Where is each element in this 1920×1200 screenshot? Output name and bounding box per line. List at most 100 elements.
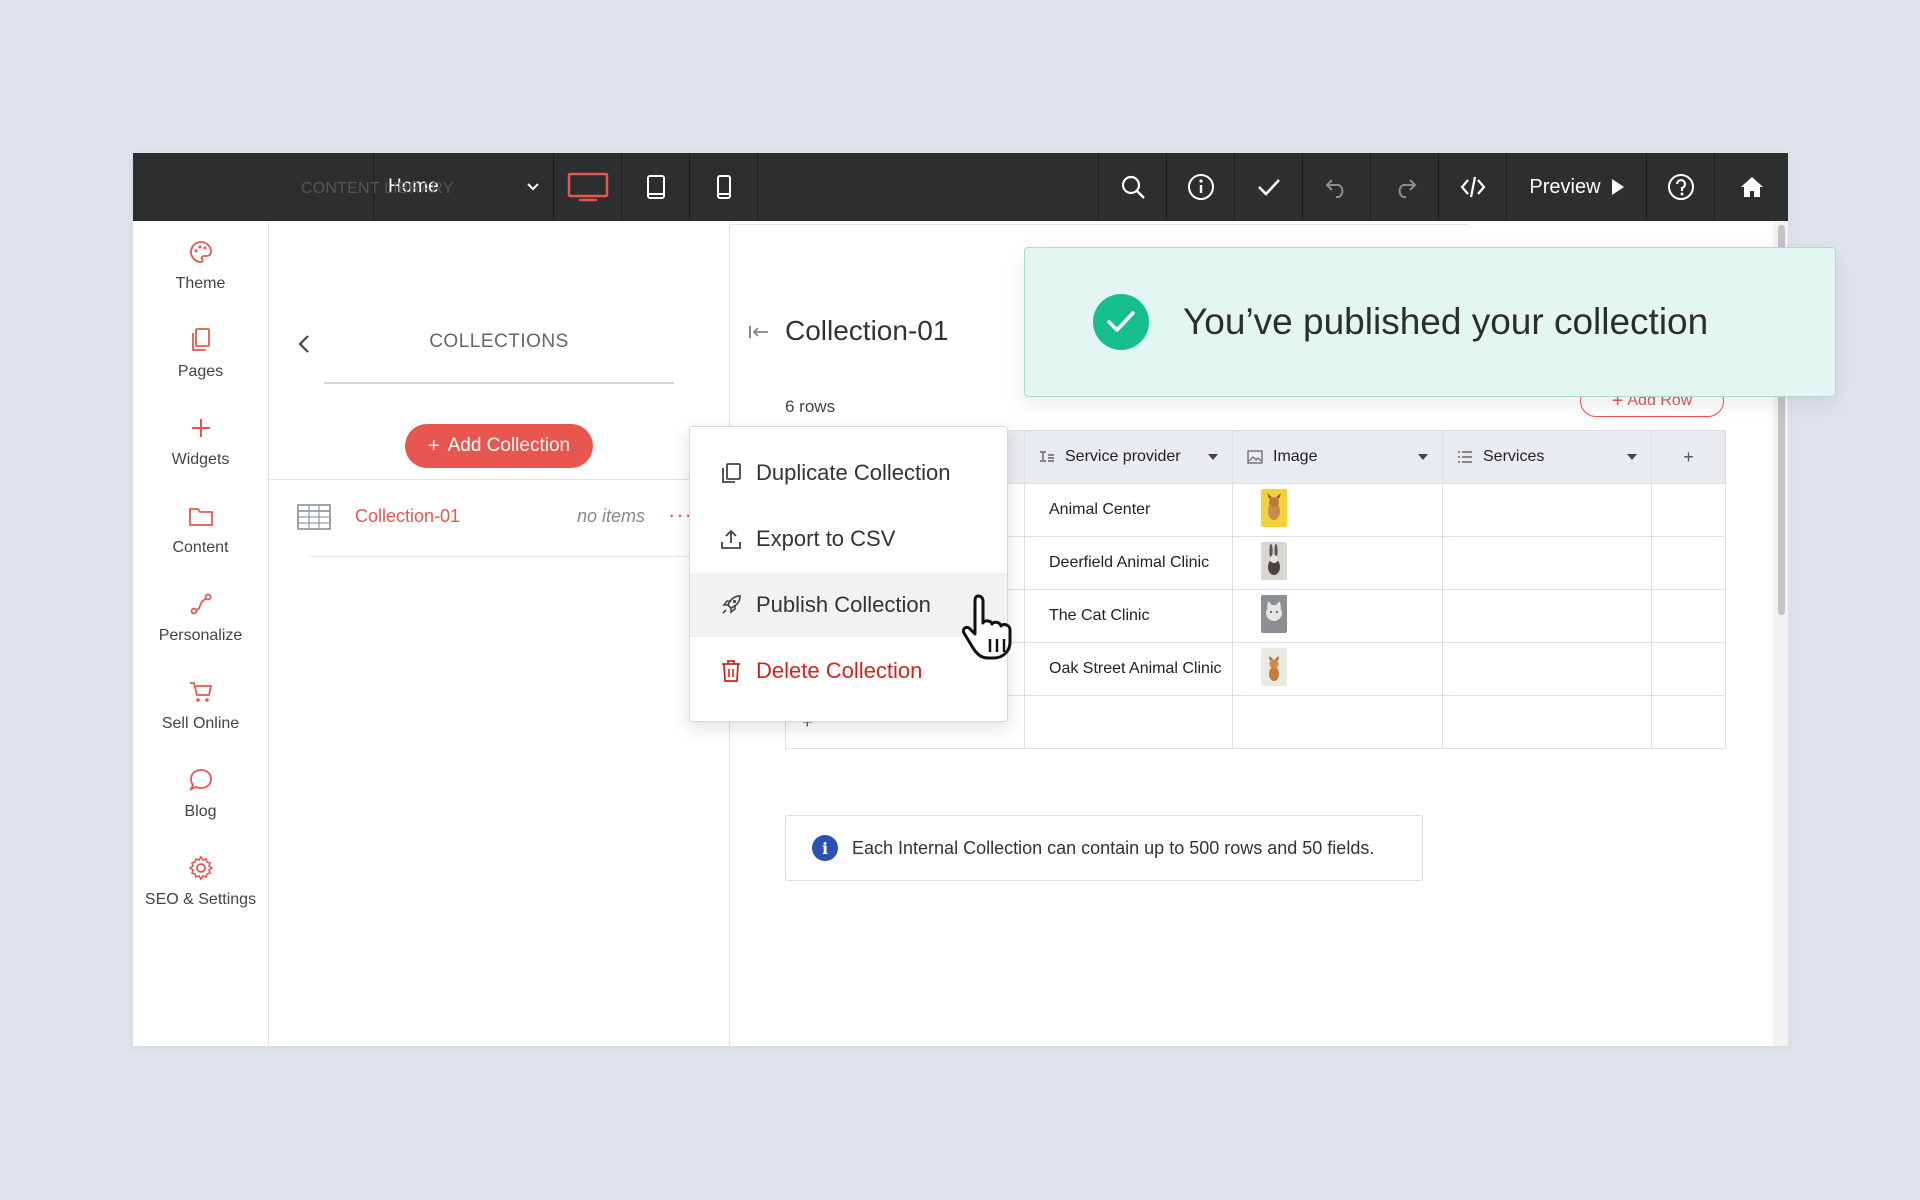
success-toast: You’ve published your collection bbox=[1024, 247, 1836, 397]
sidebar-item-label: Theme bbox=[175, 275, 226, 292]
rabbit-photo-thumbnail bbox=[1261, 541, 1287, 580]
add-column-label: + bbox=[1683, 446, 1694, 467]
table-cell[interactable] bbox=[1232, 695, 1443, 749]
table-cell[interactable] bbox=[1651, 589, 1726, 643]
trash-icon bbox=[722, 660, 740, 682]
column-header-label: Image bbox=[1273, 448, 1318, 465]
sidebar-item-theme[interactable]: Theme bbox=[133, 237, 268, 293]
plus-icon bbox=[191, 419, 210, 437]
sidebar-item-label: Pages bbox=[177, 363, 224, 380]
sidebar-item-label: Widgets bbox=[171, 451, 230, 468]
table-cell[interactable] bbox=[1232, 589, 1443, 643]
sidebar-item-blog[interactable]: Blog bbox=[133, 765, 268, 821]
content-library-header: CONTENT LIBRARY bbox=[269, 153, 1469, 225]
table-cell[interactable]: The Cat Clinic bbox=[1024, 589, 1233, 643]
table-cell[interactable] bbox=[1442, 695, 1652, 749]
sidebar-item-sell-online[interactable]: Sell Online bbox=[133, 677, 268, 733]
table-cell[interactable] bbox=[1442, 642, 1652, 696]
cat-photo-thumbnail bbox=[1261, 594, 1287, 633]
collection-item-count: no items bbox=[577, 506, 646, 526]
add-column-button[interactable]: + bbox=[1651, 430, 1726, 484]
caret-down-icon[interactable] bbox=[1418, 454, 1428, 460]
table-cell[interactable] bbox=[1232, 483, 1443, 537]
collection-name: Collection-01 bbox=[355, 506, 461, 526]
sidebar-item-content[interactable]: Content bbox=[133, 501, 268, 557]
divider bbox=[309, 556, 729, 557]
column-header-label: Services bbox=[1483, 448, 1545, 465]
service-provider-cell: Oak Street Animal Clinic bbox=[1049, 660, 1222, 677]
table-cell[interactable]: Oak Street Animal Clinic bbox=[1024, 642, 1233, 696]
table-cell[interactable] bbox=[1232, 642, 1443, 696]
menu-item-label: Publish Collection bbox=[756, 592, 931, 617]
folder-icon bbox=[188, 508, 213, 526]
left-sidebar: Theme Pages Widgets Content Personalize … bbox=[133, 221, 269, 1046]
table-cell[interactable] bbox=[1024, 695, 1233, 749]
table-cell[interactable] bbox=[1232, 536, 1443, 590]
chat-bubble-icon bbox=[188, 769, 212, 791]
hand-pointer-cursor-icon bbox=[961, 594, 1012, 660]
table-cell[interactable] bbox=[1651, 483, 1726, 537]
collection-list-item[interactable]: Collection-01 no items ··· bbox=[269, 479, 729, 556]
collection-context-menu: Duplicate Collection Export to CSV Publi… bbox=[689, 426, 1008, 722]
sidebar-item-pages[interactable]: Pages bbox=[133, 325, 268, 381]
table-cell[interactable] bbox=[1651, 642, 1726, 696]
table-cell[interactable] bbox=[1651, 536, 1726, 590]
text-field-icon bbox=[1040, 451, 1054, 462]
info-notice-text: Each Internal Collection can contain up … bbox=[852, 837, 1375, 858]
table-cell[interactable] bbox=[1442, 536, 1652, 590]
puppy-photo-thumbnail bbox=[1261, 647, 1287, 686]
table-cell[interactable] bbox=[1442, 483, 1652, 537]
home-icon bbox=[1741, 177, 1763, 197]
preview-label: Preview bbox=[1529, 175, 1601, 198]
collection-title: Collection-01 bbox=[785, 315, 949, 346]
collapse-panel-icon[interactable] bbox=[748, 325, 770, 339]
caret-down-icon[interactable] bbox=[1627, 454, 1637, 460]
help-button[interactable] bbox=[1646, 153, 1715, 221]
collections-title: COLLECTIONS bbox=[429, 331, 569, 352]
caret-down-icon[interactable] bbox=[1208, 454, 1218, 460]
menu-item-label: Delete Collection bbox=[756, 658, 923, 683]
content-library-title: CONTENT LIBRARY bbox=[301, 180, 454, 197]
plus-icon: + bbox=[427, 434, 440, 457]
column-header-label: Service provider bbox=[1065, 448, 1181, 465]
rocket-icon bbox=[722, 595, 741, 614]
divider bbox=[324, 382, 674, 384]
upload-icon bbox=[721, 529, 741, 549]
service-provider-cell: Deerfield Animal Clinic bbox=[1049, 554, 1210, 571]
dog-photo-thumbnail bbox=[1261, 488, 1287, 527]
collections-panel: COLLECTIONS + Add Collection Collection-… bbox=[269, 221, 730, 1046]
service-provider-cell: Animal Center bbox=[1049, 501, 1151, 518]
sidebar-item-label: Content bbox=[172, 539, 229, 556]
sidebar-item-widgets[interactable]: Widgets bbox=[133, 413, 268, 469]
table-cell[interactable]: Deerfield Animal Clinic bbox=[1024, 536, 1233, 590]
sidebar-item-label: Sell Online bbox=[161, 715, 240, 732]
table-icon bbox=[297, 504, 331, 530]
sidebar-item-label: Blog bbox=[184, 803, 217, 820]
table-cell[interactable] bbox=[1651, 695, 1726, 749]
duplicate-icon bbox=[722, 463, 741, 483]
column-header-services[interactable]: Services bbox=[1442, 430, 1652, 484]
toast-message: You’ve published your collection bbox=[1183, 301, 1709, 342]
table-cell[interactable] bbox=[1442, 589, 1652, 643]
menu-item-duplicate-collection[interactable]: Duplicate Collection bbox=[690, 441, 1007, 505]
home-button[interactable] bbox=[1714, 153, 1788, 221]
sidebar-item-seo-settings[interactable]: SEO & Settings bbox=[133, 853, 268, 909]
rows-count: 6 rows bbox=[785, 397, 836, 416]
service-provider-cell: The Cat Clinic bbox=[1049, 607, 1150, 624]
add-collection-button[interactable]: + Add Collection bbox=[405, 424, 593, 468]
table-cell[interactable]: Animal Center bbox=[1024, 483, 1233, 537]
info-notice: i Each Internal Collection can contain u… bbox=[785, 815, 1423, 881]
list-field-icon bbox=[1458, 451, 1472, 463]
info-icon: i bbox=[812, 835, 838, 861]
gear-icon bbox=[188, 855, 213, 881]
column-header-image[interactable]: Image bbox=[1232, 430, 1443, 484]
palette-icon bbox=[189, 241, 212, 263]
success-check-icon bbox=[1093, 294, 1149, 350]
menu-item-export-csv[interactable]: Export to CSV bbox=[690, 507, 1007, 571]
cart-icon bbox=[189, 682, 212, 702]
sidebar-item-personalize[interactable]: Personalize bbox=[133, 589, 268, 645]
column-header-service-provider[interactable]: Service provider bbox=[1024, 430, 1233, 484]
sidebar-item-label: SEO & Settings bbox=[144, 891, 257, 908]
preview-button[interactable]: Preview bbox=[1506, 153, 1647, 221]
sidebar-item-label: Personalize bbox=[158, 627, 243, 644]
